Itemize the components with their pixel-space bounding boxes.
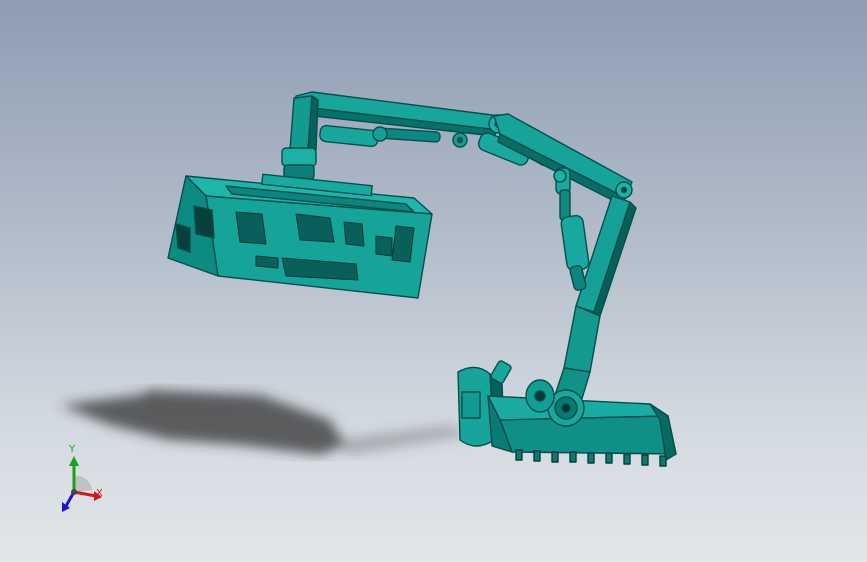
- x-axis-label: X: [96, 488, 103, 499]
- ground-shadow: [60, 390, 470, 455]
- cad-viewport[interactable]: Y X: [0, 0, 867, 562]
- model-view: [60, 91, 677, 512]
- cage-attachment: [167, 173, 433, 299]
- y-axis-label: Y: [69, 444, 76, 455]
- axis-triad[interactable]: [62, 456, 102, 512]
- rotator-joint: [281, 147, 317, 167]
